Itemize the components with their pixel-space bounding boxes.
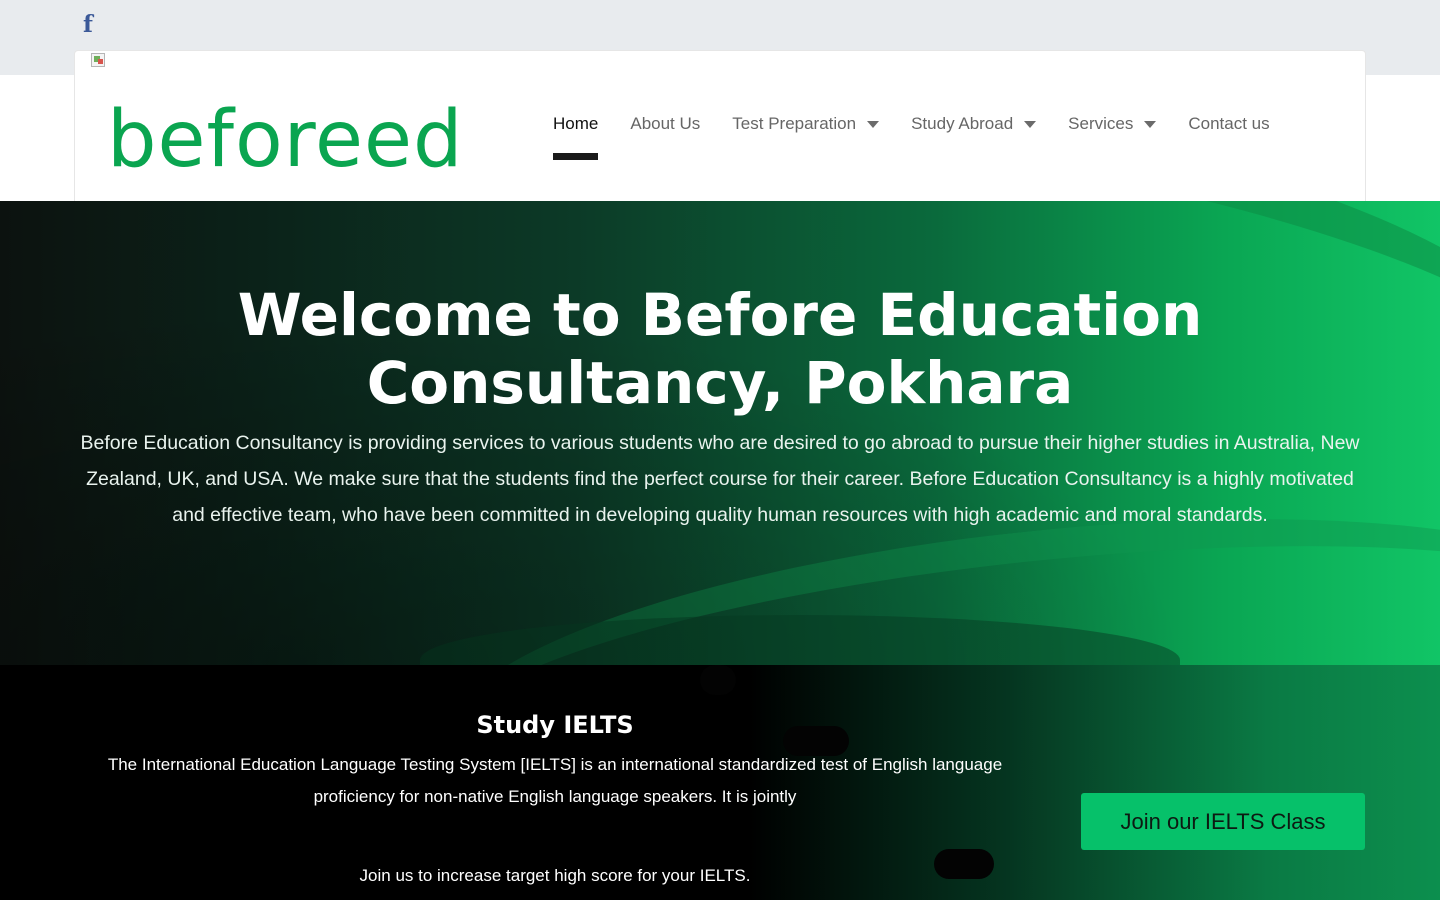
- nav-item-contact-us[interactable]: Contact us: [1188, 109, 1269, 139]
- nav-item-label: Test Preparation: [732, 114, 857, 133]
- facebook-icon[interactable]: f: [80, 12, 96, 38]
- hero-description: Before Education Consultancy is providin…: [80, 432, 1360, 526]
- nav-item-study-abroad[interactable]: Study Abroad: [911, 109, 1037, 139]
- ielts-section: Study IELTS The International Education …: [0, 665, 1440, 900]
- decorative-shape: [700, 665, 736, 695]
- active-indicator: [553, 153, 599, 160]
- main-nav: Home About Us Test Preparation Study Abr…: [553, 109, 1302, 160]
- caret-down-icon: [867, 120, 880, 128]
- ielts-cta-text: Join us to increase target high score fo…: [359, 866, 751, 885]
- nav-item-label: Services: [1068, 114, 1134, 133]
- site-header: beforeed Home About Us Test Preparation …: [74, 50, 1366, 201]
- nav-item-about-us[interactable]: About Us: [630, 109, 700, 139]
- site-logo[interactable]: beforeed: [107, 95, 464, 185]
- join-ielts-class-button[interactable]: Join our IELTS Class: [1081, 793, 1365, 850]
- nav-item-test-preparation[interactable]: Test Preparation: [732, 109, 880, 139]
- ielts-title: Study IELTS: [476, 711, 634, 739]
- nav-item-label: About Us: [630, 114, 701, 133]
- hero-banner: Welcome to Before Education Consultancy,…: [0, 201, 1440, 665]
- nav-item-label: Home: [553, 114, 599, 133]
- nav-item-label: Contact us: [1188, 114, 1270, 133]
- ielts-description: The International Education Language Tes…: [107, 755, 1003, 806]
- hero-title: Welcome to Before Education Consultancy,…: [237, 281, 1203, 417]
- nav-item-services[interactable]: Services: [1068, 109, 1157, 139]
- broken-image-icon: [91, 53, 107, 68]
- caret-down-icon: [1144, 120, 1157, 128]
- nav-item-label: Study Abroad: [911, 114, 1014, 133]
- caret-down-icon: [1024, 120, 1037, 128]
- nav-item-home[interactable]: Home: [553, 109, 599, 160]
